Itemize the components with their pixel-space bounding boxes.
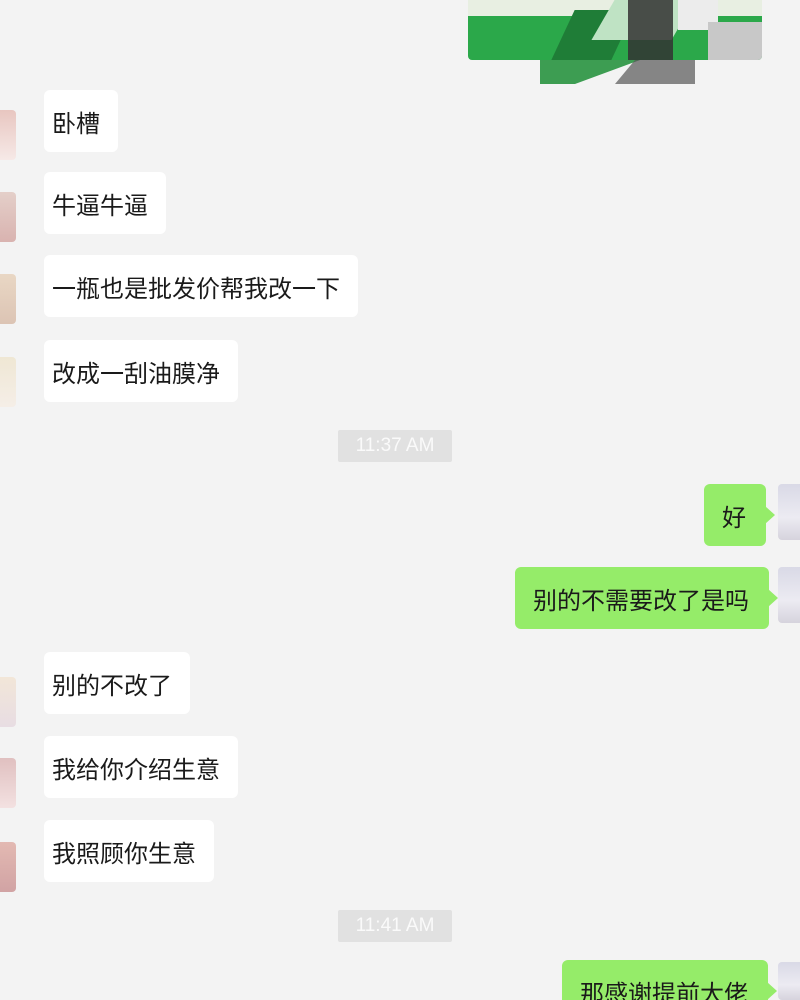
message-bubble-sent: 那感谢提前大佬 <box>562 960 777 1000</box>
message-text: 牛逼牛逼 <box>52 191 148 220</box>
message-text: 我照顾你生意 <box>52 839 196 868</box>
message-bubble-received: 牛逼牛逼 <box>44 172 166 234</box>
timestamp: 11:37 AM <box>338 430 452 462</box>
image-message[interactable] <box>468 0 762 60</box>
message-bubble-received: 我给你介绍生意 <box>44 736 238 798</box>
contact-avatar[interactable] <box>0 758 16 808</box>
message-bubble-received: 我照顾你生意 <box>44 820 214 882</box>
message-text: 我给你介绍生意 <box>52 755 220 784</box>
message-bubble-received: 改成一刮油膜净 <box>44 340 238 402</box>
message-bubble-sent: 好 <box>704 484 775 546</box>
message-bubble-received: 一瓶也是批发价帮我改一下 <box>44 255 358 317</box>
my-avatar[interactable] <box>778 962 800 1000</box>
contact-avatar[interactable] <box>0 110 16 160</box>
message-text: 那感谢提前大佬 <box>580 979 748 1000</box>
my-avatar[interactable] <box>778 484 800 540</box>
contact-avatar[interactable] <box>0 192 16 242</box>
message-text: 卧槽 <box>52 109 100 138</box>
message-text: 改成一刮油膜净 <box>52 359 220 388</box>
chat-area: 卧槽 牛逼牛逼 一瓶也是批发价帮我改一下 改成一刮油膜净 11:37 AM 好 … <box>0 0 800 1000</box>
message-text: 别的不需要改了是吗 <box>533 586 749 615</box>
message-bubble-received: 别的不改了 <box>44 652 190 714</box>
message-text: 别的不改了 <box>52 671 172 700</box>
timestamp: 11:41 AM <box>338 910 452 942</box>
contact-avatar[interactable] <box>0 842 16 892</box>
contact-avatar[interactable] <box>0 357 16 407</box>
message-text: 好 <box>722 503 746 532</box>
contact-avatar[interactable] <box>0 274 16 324</box>
message-bubble-received: 卧槽 <box>44 90 118 152</box>
my-avatar[interactable] <box>778 567 800 623</box>
contact-avatar[interactable] <box>0 677 16 727</box>
message-bubble-sent: 别的不需要改了是吗 <box>515 567 778 629</box>
message-text: 一瓶也是批发价帮我改一下 <box>52 274 340 303</box>
